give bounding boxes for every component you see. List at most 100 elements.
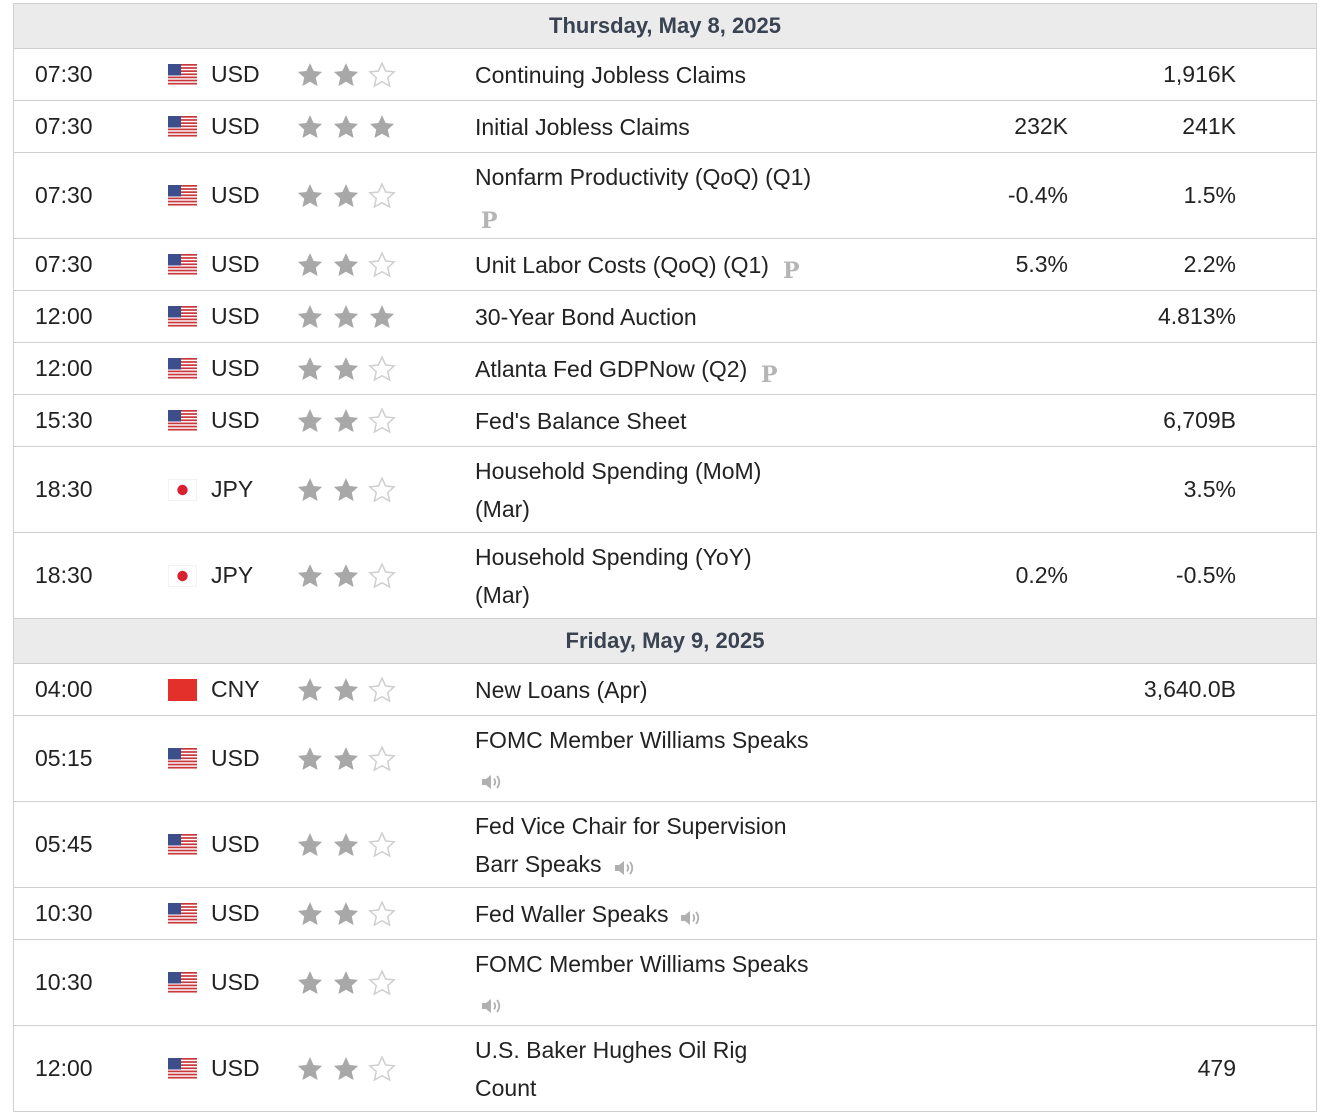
us-flag-icon xyxy=(168,1026,197,1111)
event-row[interactable]: 10:30 USD FOMC Member Williams Speaks xyxy=(14,940,1316,1026)
event-currency: USD xyxy=(211,1055,260,1081)
event-currency: USD xyxy=(211,969,260,995)
event-text: Atlanta Fed GDPNow (Q2) P xyxy=(475,350,779,389)
star-filled-icon xyxy=(331,475,361,505)
event-line-text: Fed Waller Speaks xyxy=(475,900,669,927)
star-filled-icon xyxy=(295,112,325,142)
event-line: (Mar) xyxy=(475,490,761,528)
star-filled-icon xyxy=(367,112,397,142)
event-row[interactable]: 07:30 USD Initial Jobless Claims 232K 241K xyxy=(14,101,1316,153)
event-name[interactable]: FOMC Member Williams Speaks xyxy=(475,716,845,801)
event-currency: CNY xyxy=(211,676,260,702)
event-previous: 241K xyxy=(1182,113,1236,139)
star-filled-icon xyxy=(331,406,361,436)
event-row[interactable]: 07:30 USD Unit Labor Costs (QoQ) (Q1) P 5.3%… xyxy=(14,239,1316,291)
event-actual: -0.4% xyxy=(1007,182,1068,208)
event-previous xyxy=(1114,716,1236,801)
event-line: Continuing Jobless Claims xyxy=(475,56,746,94)
star-filled-icon xyxy=(295,561,325,591)
event-line-text: Continuing Jobless Claims xyxy=(475,61,747,88)
event-line: P xyxy=(475,196,811,234)
event-name[interactable]: Household Spending (MoM) (Mar) xyxy=(475,447,845,532)
event-row[interactable]: 10:30 USD Fed Waller Speaks xyxy=(14,888,1316,940)
star-empty-icon xyxy=(367,181,397,211)
event-name[interactable]: New Loans (Apr) xyxy=(475,664,845,715)
event-name[interactable]: 30-Year Bond Auction xyxy=(475,291,845,342)
event-row[interactable]: 05:15 USD FOMC Member Williams Speaks xyxy=(14,716,1316,802)
event-currency: USD xyxy=(211,61,260,87)
event-name[interactable]: Continuing Jobless Claims xyxy=(475,49,845,100)
event-time: 05:45 xyxy=(35,831,93,857)
event-line-text: New Loans (Apr) xyxy=(475,676,648,703)
event-name[interactable]: Atlanta Fed GDPNow (Q2) P xyxy=(475,343,845,394)
event-row[interactable]: 12:00 USD 30-Year Bond Auction 4.813% xyxy=(14,291,1316,343)
event-actual xyxy=(954,343,1068,394)
preliminary-p-icon: P xyxy=(759,358,779,388)
importance-stars xyxy=(295,343,397,394)
star-filled-icon xyxy=(331,181,361,211)
day-header: Thursday, May 8, 2025 xyxy=(14,4,1316,49)
event-name[interactable]: Fed Vice Chair for Supervision Barr Speak… xyxy=(475,802,845,887)
event-previous xyxy=(1114,888,1236,939)
us-flag-icon xyxy=(168,239,197,290)
event-text: Fed's Balance Sheet xyxy=(475,402,687,440)
event-name[interactable]: Fed Waller Speaks xyxy=(475,888,845,939)
event-actual xyxy=(954,447,1068,532)
star-filled-icon xyxy=(331,1054,361,1084)
importance-stars xyxy=(295,716,397,801)
event-name[interactable]: U.S. Baker Hughes Oil Rig Count xyxy=(475,1026,845,1111)
event-line: Fed Vice Chair for Supervision xyxy=(475,807,787,845)
event-actual xyxy=(954,664,1068,715)
event-line: Household Spending (YoY) xyxy=(475,538,752,576)
event-line-text: Nonfarm Productivity (QoQ) (Q1) xyxy=(475,163,812,190)
jp-flag-icon xyxy=(168,533,197,618)
speaker-icon xyxy=(479,991,505,1015)
event-row[interactable]: 04:00 CNY New Loans (Apr) 3,640.0B xyxy=(14,664,1316,716)
event-line: FOMC Member Williams Speaks xyxy=(475,721,809,759)
event-line: Nonfarm Productivity (QoQ) (Q1) xyxy=(475,158,811,196)
event-line-text: FOMC Member Williams Speaks xyxy=(475,726,809,753)
event-time: 07:30 xyxy=(35,182,93,208)
event-name[interactable]: Nonfarm Productivity (QoQ) (Q1) P xyxy=(475,153,845,238)
star-empty-icon xyxy=(367,744,397,774)
event-text: Household Spending (YoY) (Mar) xyxy=(475,538,752,614)
event-name[interactable]: Household Spending (YoY) (Mar) xyxy=(475,533,845,618)
event-line: Count xyxy=(475,1069,747,1107)
star-filled-icon xyxy=(331,830,361,860)
event-row[interactable]: 12:00 USD U.S. Baker Hughes Oil Rig Count 47… xyxy=(14,1026,1316,1112)
event-currency: USD xyxy=(211,113,260,139)
event-row[interactable]: 12:00 USD Atlanta Fed GDPNow (Q2) P xyxy=(14,343,1316,395)
event-currency: USD xyxy=(211,355,260,381)
importance-stars xyxy=(295,1026,397,1111)
importance-stars xyxy=(295,153,397,238)
event-row[interactable]: 07:30 USD Nonfarm Productivity (QoQ) (Q1) P… xyxy=(14,153,1316,239)
event-row[interactable]: 18:30 JPY Household Spending (MoM) (Mar) 3.5… xyxy=(14,447,1316,533)
event-currency: USD xyxy=(211,251,260,277)
event-row[interactable]: 07:30 USD Continuing Jobless Claims 1,916K xyxy=(14,49,1316,101)
event-row[interactable]: 05:45 USD Fed Vice Chair for Supervision Ba… xyxy=(14,802,1316,888)
event-name[interactable]: Fed's Balance Sheet xyxy=(475,395,845,446)
event-time: 12:00 xyxy=(35,1055,93,1081)
event-row[interactable]: 18:30 JPY Household Spending (YoY) (Mar) 0.2… xyxy=(14,533,1316,619)
event-name[interactable]: Initial Jobless Claims xyxy=(475,101,845,152)
event-time: 10:30 xyxy=(35,969,93,995)
event-row[interactable]: 15:30 USD Fed's Balance Sheet 6,709B xyxy=(14,395,1316,447)
event-previous: 1,916K xyxy=(1163,61,1236,87)
event-text: FOMC Member Williams Speaks xyxy=(475,721,809,797)
event-text: FOMC Member Williams Speaks xyxy=(475,945,809,1021)
event-line-text: Atlanta Fed GDPNow (Q2) xyxy=(475,355,748,382)
event-line: U.S. Baker Hughes Oil Rig xyxy=(475,1031,747,1069)
event-name[interactable]: Unit Labor Costs (QoQ) (Q1) P xyxy=(475,239,845,290)
star-filled-icon xyxy=(295,181,325,211)
star-empty-icon xyxy=(367,1054,397,1084)
us-flag-icon xyxy=(168,802,197,887)
event-time: 15:30 xyxy=(35,407,93,433)
event-name[interactable]: FOMC Member Williams Speaks xyxy=(475,940,845,1025)
event-actual: 232K xyxy=(1014,113,1068,139)
star-empty-icon xyxy=(367,561,397,591)
event-text: U.S. Baker Hughes Oil Rig Count xyxy=(475,1031,747,1107)
us-flag-icon xyxy=(168,940,197,1025)
event-time: 10:30 xyxy=(35,900,93,926)
us-flag-icon xyxy=(168,888,197,939)
star-empty-icon xyxy=(367,354,397,384)
